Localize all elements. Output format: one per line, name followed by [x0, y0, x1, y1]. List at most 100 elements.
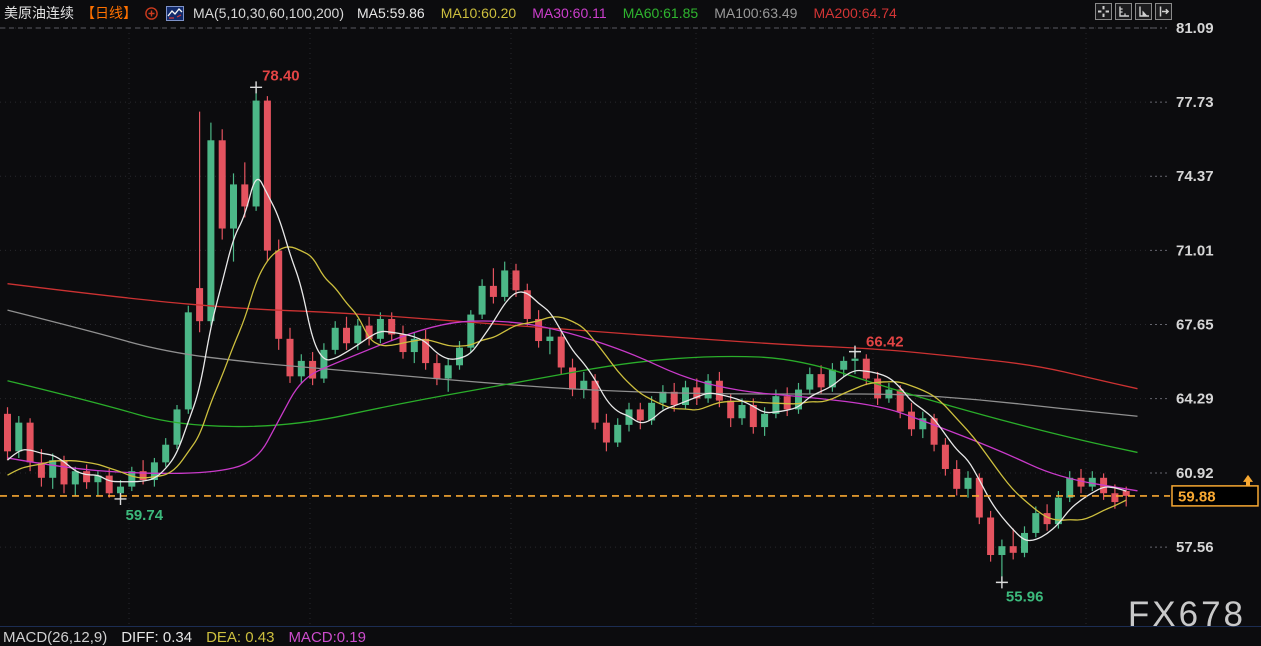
candle	[377, 312, 384, 343]
candle	[320, 343, 327, 383]
add-indicator-icon[interactable]	[144, 6, 159, 21]
pan-icon[interactable]	[1095, 3, 1112, 20]
axis-tick-label: 67.65	[1176, 316, 1214, 333]
watermark: FX678	[1128, 595, 1246, 635]
candle	[784, 387, 791, 416]
axis-tick-label: 60.92	[1176, 465, 1214, 482]
candle	[162, 438, 169, 467]
candle	[558, 332, 565, 374]
candle	[27, 418, 34, 471]
period-selector[interactable]: 【日线】	[81, 3, 137, 23]
swing-price-label: 59.74	[126, 507, 164, 524]
candle	[332, 321, 339, 354]
macd-settings-label: MACD(26,12,9)	[3, 629, 107, 646]
axis-tick-label: 81.09	[1176, 20, 1214, 37]
axis-tick-label: 64.29	[1176, 391, 1214, 408]
candle	[795, 383, 802, 414]
play-scale-icon[interactable]	[1135, 3, 1152, 20]
candle	[908, 403, 915, 436]
candle	[196, 112, 203, 333]
candles-layer	[4, 87, 1130, 582]
swing-price-label: 55.96	[1006, 588, 1044, 605]
candle	[1010, 529, 1017, 560]
candle	[580, 372, 587, 398]
macd-readout: MACD(26,12,9) DIFF: 0.34 DEA: 0.43 MACD:…	[3, 629, 366, 646]
candle	[1021, 526, 1028, 557]
candle	[501, 262, 508, 302]
candle	[592, 374, 599, 429]
ma-value: MA200:64.74	[813, 5, 896, 21]
candle	[987, 511, 994, 562]
candle	[366, 317, 373, 346]
axis-tick-label: 71.01	[1176, 242, 1214, 259]
candle	[253, 87, 260, 211]
axis-tick-label: 74.37	[1176, 168, 1214, 185]
ma-value: MA5:59.86	[357, 5, 425, 21]
candle	[275, 240, 282, 350]
pane-separator	[0, 626, 1261, 627]
candle	[445, 359, 452, 392]
ma-settings-label: MA(5,10,30,60,100,200)	[193, 5, 344, 21]
candle	[885, 383, 892, 403]
candle	[207, 123, 214, 326]
candle	[185, 306, 192, 414]
candle	[750, 398, 757, 433]
swing-price-label: 78.40	[262, 67, 300, 84]
candle	[1066, 471, 1073, 502]
candle	[535, 310, 542, 348]
price-up-arrow-icon	[1243, 475, 1253, 487]
candle	[174, 405, 181, 449]
ma-value: MA100:63.49	[714, 5, 797, 21]
candle	[433, 354, 440, 385]
ma-value: MA60:61.85	[623, 5, 699, 21]
swing-annotation: 59.74	[115, 493, 164, 524]
macd-diff-value: DIFF: 0.34	[121, 629, 192, 646]
candle	[874, 372, 881, 405]
candle	[456, 341, 463, 370]
candle	[83, 465, 90, 489]
candle	[806, 368, 813, 394]
candle	[682, 381, 689, 410]
chart-style-icon[interactable]	[166, 6, 184, 21]
candle	[1089, 471, 1096, 491]
symbol-name: 美原油连续	[4, 3, 74, 23]
swing-annotation: 78.40	[250, 67, 300, 93]
candle	[287, 328, 294, 383]
candle	[49, 454, 56, 489]
candle	[546, 328, 553, 354]
candle	[38, 449, 45, 487]
candle	[151, 458, 158, 487]
candle	[128, 467, 135, 491]
ma-value: MA10:60.20	[441, 5, 517, 21]
candle	[942, 438, 949, 476]
swing-annotation: 66.42	[849, 334, 904, 358]
candle	[524, 284, 531, 326]
chart-toolbar	[1095, 3, 1172, 20]
candle	[298, 354, 305, 383]
candle	[965, 471, 972, 497]
candle	[4, 407, 11, 460]
candle	[614, 418, 621, 447]
price-tag-value: 59.88	[1178, 488, 1216, 505]
candle	[241, 162, 248, 217]
candle	[264, 96, 271, 261]
macd-dea-value: DEA: 0.43	[206, 629, 274, 646]
swing-price-label: 66.42	[866, 334, 904, 351]
ma-value: MA30:60.11	[532, 5, 606, 21]
axis-scale-icon[interactable]	[1115, 3, 1132, 20]
chart-header: 美原油连续 【日线】 MA(5,10,30,60,100,200) MA5:59…	[4, 0, 897, 26]
candle	[998, 540, 1005, 583]
candle	[490, 268, 497, 303]
candle	[693, 379, 700, 405]
ma-values: MA5:59.86 MA10:60.20 MA30:60.11 MA60:61.85 M…	[357, 5, 897, 21]
axis-tick-label: 77.73	[1176, 94, 1214, 111]
price-axis: 81.0977.7374.3771.0167.6564.2960.9257.56	[1150, 20, 1214, 556]
candle	[219, 129, 226, 239]
candle	[953, 460, 960, 495]
candle	[727, 394, 734, 427]
candle	[343, 317, 350, 350]
chart-canvas[interactable]: 78.40 59.74 66.42 55.96 81.09 77.73 74.37 71.01…	[0, 0, 1261, 642]
candle	[479, 279, 486, 319]
jump-to-latest-icon[interactable]	[1155, 3, 1172, 20]
candle	[637, 403, 644, 429]
